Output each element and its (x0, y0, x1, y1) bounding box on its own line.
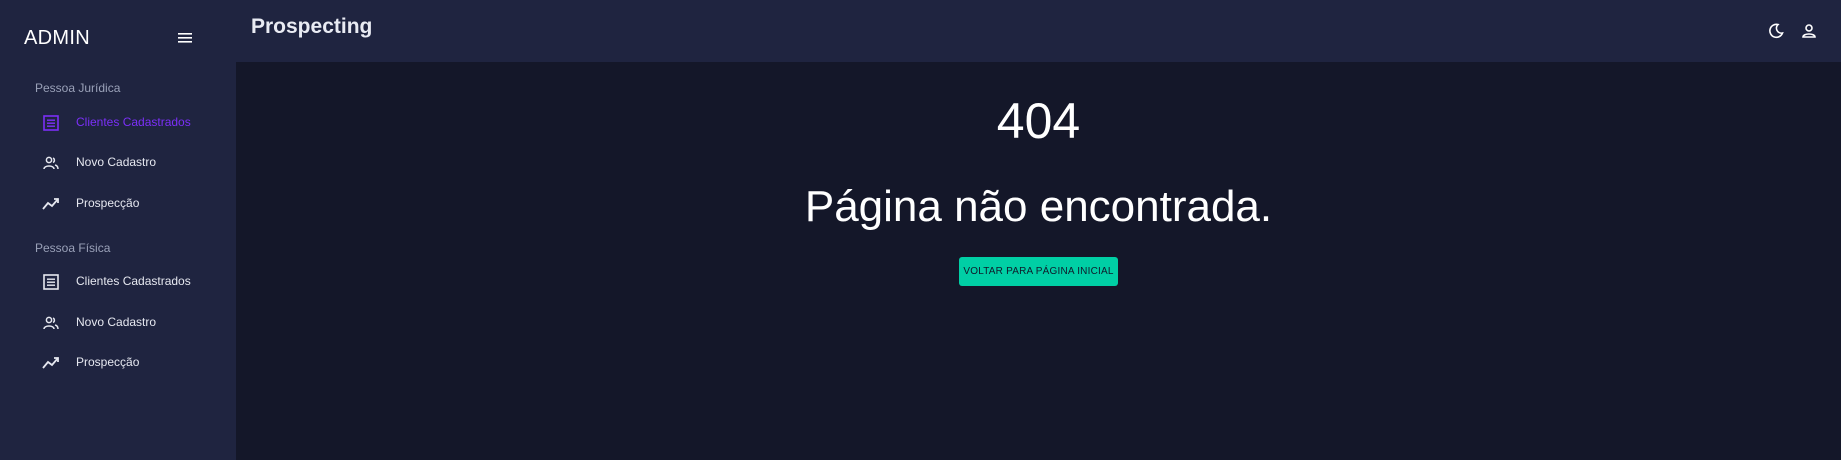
sidebar-item-pf-prospeccao[interactable]: Prospecção (0, 346, 236, 380)
sidebar-item-pf-novo-cadastro[interactable]: Novo Cadastro (0, 306, 236, 340)
section-pessoa-fisica: Pessoa Física (35, 241, 111, 255)
sidebar-item-pf-clientes-cadastrados[interactable]: Clientes Cadastrados (0, 265, 236, 299)
sidebar: ADMIN Pessoa Jurídica Clientes Cadastrad… (0, 0, 236, 460)
sidebar-item-label: Novo Cadastro (76, 155, 157, 169)
user-icon[interactable] (1800, 22, 1818, 40)
sidebar-item-pj-prospeccao[interactable]: Prospecção (0, 187, 236, 221)
sidebar-item-label: Prospecção (76, 355, 140, 369)
sidebar-item-pj-clientes-cadastrados[interactable]: Clientes Cadastrados (0, 106, 236, 140)
brand-title: ADMIN (24, 27, 90, 49)
sidebar-item-label: Clientes Cadastrados (76, 115, 191, 129)
sidebar-item-label: Clientes Cadastrados (76, 274, 191, 288)
sidebar-item-label: Prospecção (76, 196, 140, 210)
list-icon (42, 114, 60, 132)
section-pessoa-juridica: Pessoa Jurídica (35, 81, 121, 95)
menu-icon[interactable] (178, 31, 198, 47)
trending-up-icon (42, 354, 60, 372)
people-icon (42, 314, 60, 332)
page-title: Prospecting (251, 15, 373, 38)
error-message: Página não encontrada. (804, 182, 1273, 231)
top-bar: Prospecting (236, 0, 1841, 62)
error-code: 404 (996, 93, 1081, 149)
sidebar-item-pj-novo-cadastro[interactable]: Novo Cadastro (0, 146, 236, 180)
back-home-button[interactable]: Voltar para Página Inicial (959, 257, 1118, 286)
list-icon (42, 273, 60, 291)
people-icon (42, 154, 60, 172)
moon-icon[interactable] (1767, 22, 1785, 40)
trending-up-icon (42, 195, 60, 213)
sidebar-item-label: Novo Cadastro (76, 315, 157, 329)
main-content: 404 Página não encontrada. Voltar para P… (236, 62, 1841, 460)
